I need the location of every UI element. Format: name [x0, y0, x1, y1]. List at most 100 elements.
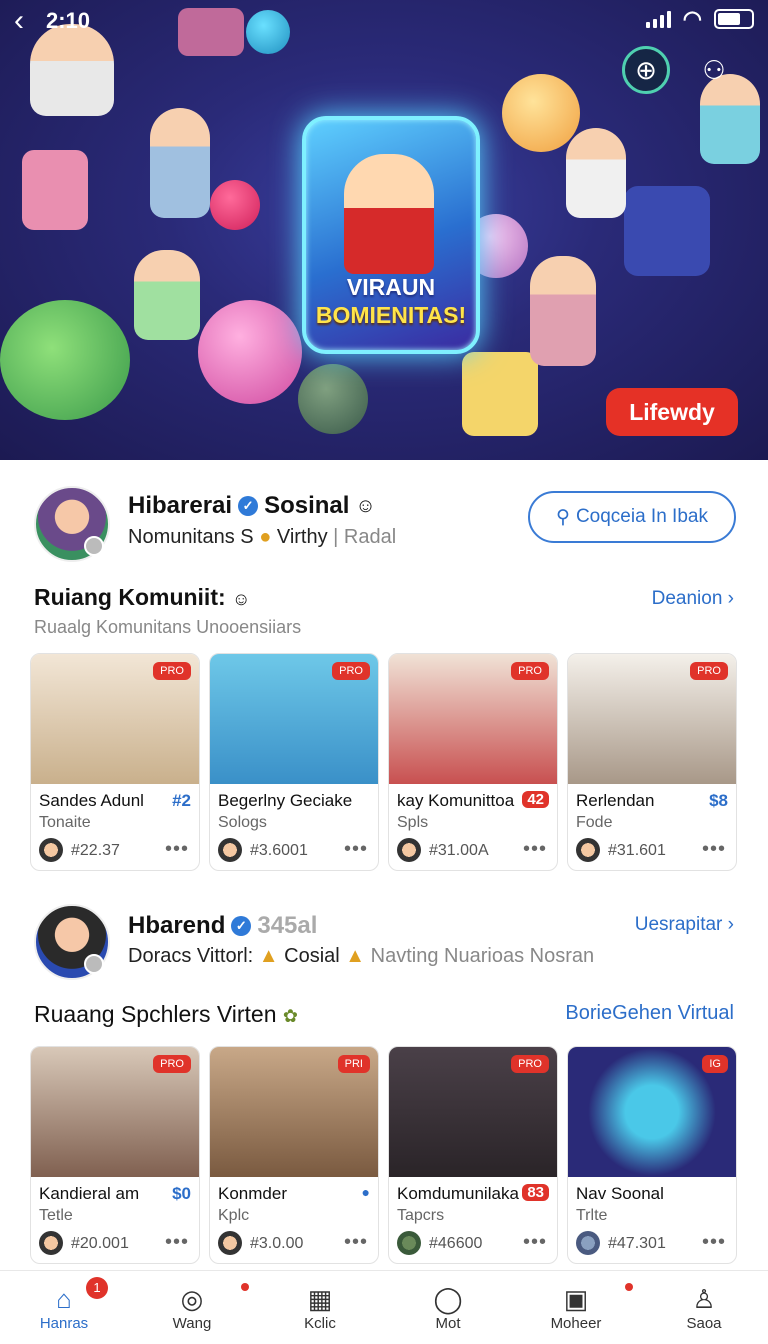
signal-icon [645, 10, 671, 28]
card-title: kay Komunittoa [397, 791, 515, 810]
child-figure [150, 108, 210, 218]
see-all-link[interactable]: BorieGehen Virtual [565, 1002, 734, 1025]
card-image: PRI [210, 1047, 378, 1177]
nav-item-saoa[interactable]: ♙ Saoa [640, 1271, 768, 1344]
status-bar: ‹ 2:10 ◠ [0, 0, 768, 38]
more-icon[interactable]: ••• [165, 838, 189, 861]
card-title: Nav Soonal [576, 1184, 664, 1203]
community-profile-header[interactable]: Hbarend ✓ 345al Doracs Vittorl: ▲ Cosial… [0, 902, 768, 992]
nav-item-mot[interactable]: ◯ Mot [384, 1271, 512, 1344]
card-tag: PRO [153, 662, 191, 680]
avatar[interactable] [34, 486, 110, 562]
more-icon[interactable]: ••• [165, 1231, 189, 1254]
section-title-text: Ruiang Komuniit: [34, 584, 226, 610]
community-card[interactable]: PRO Sandes Adunl #2 Tonaite #22.37 ••• [30, 653, 200, 871]
hero-banner[interactable]: VIRAUN BOMIENITAS! ‹ 2:10 ◠ ⊕ ⚇ Lifewdy [0, 0, 768, 460]
emoji-icon: ✿ [282, 1006, 298, 1026]
child-figure [530, 256, 596, 366]
profile-icon: ♙ [692, 1284, 716, 1314]
avatar [576, 838, 600, 862]
nav-item-home[interactable]: ⌂ Hanras 1 [0, 1271, 128, 1344]
card-tag: PRI [337, 1055, 370, 1073]
see-all-link[interactable]: Uesrapitar › [635, 914, 734, 936]
community-card[interactable]: IG Nav Soonal Trlte #47.301 ••• [567, 1046, 737, 1264]
card-row: PRO Sandes Adunl #2 Tonaite #22.37 ••• P… [30, 653, 738, 871]
grid-icon: ▦ [307, 1284, 333, 1314]
nav-label: Hanras [39, 1315, 89, 1332]
community-card[interactable]: PRO Rerlendan $8 Fode #31.601 ••• [567, 653, 737, 871]
child-figure [134, 250, 200, 340]
chat-bubble-decoration [624, 186, 710, 276]
nav-item-kclic[interactable]: ▦ Kclic [256, 1271, 384, 1344]
chat-icon: ◯ [433, 1284, 463, 1314]
search-icon[interactable]: ⊕ [622, 46, 670, 94]
card-count: #3.0.00 [250, 1235, 304, 1252]
tag-icon: ▲ [345, 945, 366, 967]
more-icon[interactable]: ••• [523, 838, 547, 861]
bottom-nav: ⌂ Hanras 1 ◎ Wang ▦ Kclic ◯ Mot ▣ Moheer… [0, 1270, 768, 1344]
card-badge: 83 [522, 1184, 549, 1201]
profile-name-suffix: 345al [257, 912, 318, 939]
card-count: #31.601 [608, 842, 666, 859]
more-icon[interactable]: ••• [702, 838, 726, 861]
avatar[interactable] [34, 904, 110, 980]
card-title: Komdumunilaka [397, 1184, 519, 1203]
card-subtitle: Fode [576, 814, 613, 831]
card-tag: IG [702, 1055, 728, 1073]
card-badge: 42 [522, 791, 549, 808]
nav-item-wang[interactable]: ◎ Wang [128, 1271, 256, 1344]
profile-name-suffix: Sosinal [264, 492, 350, 519]
unread-dot [241, 1283, 249, 1291]
community-card[interactable]: PRO Kandieral am $0 Tetle #20.001 ••• [30, 1046, 200, 1264]
featured-phone-card[interactable]: VIRAUN BOMIENITAS! [302, 116, 480, 354]
green-ball-decoration [298, 364, 368, 434]
see-all-label: Deanion [651, 588, 723, 609]
card-badge: $8 [709, 791, 728, 810]
join-community-button[interactable]: ⚲ Coqceia In Ibak [528, 491, 736, 543]
section-title: Ruaang Spchlers Virten ✿ [34, 1001, 298, 1028]
see-all-link[interactable]: Deanion › [652, 588, 734, 610]
section-subtitle: Ruaalg Komunitans Unooensiiars [34, 617, 302, 637]
card-count: #3.6001 [250, 842, 308, 859]
card-title: Begerlny Geciake [218, 791, 353, 810]
community-profile-header[interactable]: Hibarerai ✓ Sosinal ☺ Nomunitans S ● Vir… [0, 482, 768, 572]
profile-subtitle-b: Cosial [284, 945, 340, 967]
avatar [397, 838, 421, 862]
community-card[interactable]: PRO Begerlny Geciake Sologs #3.6001 ••• [209, 653, 379, 871]
green-blob-decoration [0, 300, 130, 420]
more-icon[interactable]: ••• [702, 1231, 726, 1254]
more-icon[interactable]: ••• [344, 838, 368, 861]
avatar [39, 1231, 63, 1255]
card-image: PRO [31, 1047, 199, 1177]
community-card[interactable]: PRO kay Komunittoa 42 Spls #31.00A ••• [388, 653, 558, 871]
child-figure [30, 24, 114, 116]
card-title: Kandieral am [39, 1184, 140, 1203]
avatar [39, 838, 63, 862]
card-tag: PRO [511, 662, 549, 680]
card-tag: PRO [332, 662, 370, 680]
community-card[interactable]: PRI Konmder ● Kplc #3.0.00 ••• [209, 1046, 379, 1264]
hero-action-button[interactable]: Lifewdy [606, 388, 738, 436]
back-icon[interactable]: ‹ [14, 4, 24, 38]
share-icon[interactable]: ⚇ [690, 46, 738, 94]
profile-subtitle-muted: | Radal [333, 526, 397, 548]
tag-icon: ● [259, 526, 272, 548]
verified-icon: ✓ [238, 496, 259, 516]
card-image: IG [568, 1047, 736, 1177]
link-icon: ⚲ [556, 506, 570, 528]
community-card[interactable]: PRO Komdumunilaka 83 Tapcrs #46600 ••• [388, 1046, 558, 1264]
card-count: #22.37 [71, 842, 120, 859]
wifi-icon: ◠ [682, 6, 702, 31]
notification-badge: 1 [86, 1277, 108, 1299]
status-dot [84, 536, 104, 556]
child-figure [566, 128, 626, 218]
tag-icon: ▲ [258, 945, 279, 967]
unread-dot [625, 1283, 633, 1291]
more-icon[interactable]: ••• [523, 1231, 547, 1254]
camera-icon: ◎ [180, 1284, 204, 1314]
nav-item-moheer[interactable]: ▣ Moheer [512, 1271, 640, 1344]
more-icon[interactable]: ••• [344, 1231, 368, 1254]
card-count: #31.00A [429, 842, 489, 859]
nav-label: Wang [172, 1315, 212, 1332]
card-subtitle: Trlte [576, 1207, 608, 1224]
